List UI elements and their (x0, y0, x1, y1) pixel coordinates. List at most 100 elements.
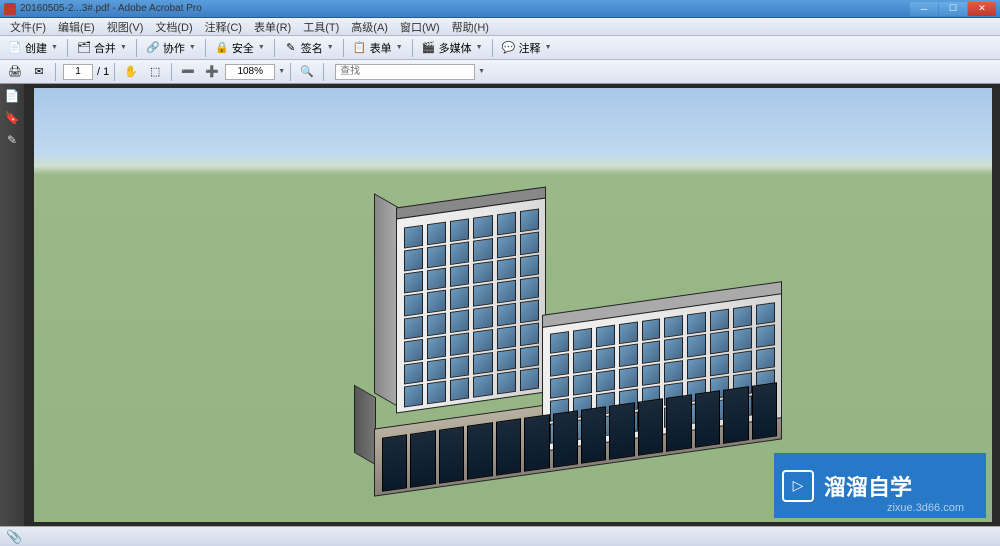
menu-forms[interactable]: 表单(R) (248, 19, 297, 35)
play-icon: ▷ (782, 470, 814, 502)
acrobat-icon (4, 3, 16, 15)
combine-label: 合并 (94, 40, 116, 56)
create-label: 创建 (25, 40, 47, 56)
lock-icon: 🔒 (215, 41, 229, 55)
mail-icon: ✉ (32, 65, 46, 79)
filename: 20160505-2...3#.pdf (20, 3, 110, 14)
zoom-in-icon: ➕ (205, 65, 219, 79)
chevron-down-icon: ▼ (120, 44, 127, 51)
pdf-page: ▷ 溜溜自学 zixue.3d66.com (34, 88, 992, 522)
collaborate-button[interactable]: 🔗 协作 ▼ (142, 38, 200, 58)
chevron-down-icon: ▼ (545, 44, 552, 51)
separator (171, 63, 172, 81)
menu-document[interactable]: 文档(D) (149, 19, 198, 35)
menu-comment[interactable]: 注释(C) (199, 19, 248, 35)
menu-advanced[interactable]: 高级(A) (345, 19, 394, 35)
ground-side-face (354, 385, 376, 466)
watermark: ▷ 溜溜自学 zixue.3d66.com (774, 453, 986, 518)
toolbar-tasks: 📄 创建 ▼ 🗂 合并 ▼ 🔗 协作 ▼ 🔒 安全 ▼ ✎ 签名 ▼ 📋 表单 … (0, 36, 1000, 60)
navigation-panel: 📄 🔖 ✎ (0, 84, 24, 526)
separator (205, 39, 206, 57)
zoom-icon: 🔍 (300, 65, 314, 79)
separator (114, 63, 115, 81)
sign-button[interactable]: ✎ 签名 ▼ (280, 38, 338, 58)
hand-icon: ✋ (124, 65, 138, 79)
comment-label: 注释 (519, 40, 541, 56)
chevron-down-icon: ▼ (327, 44, 334, 51)
menu-view[interactable]: 视图(V) (101, 19, 150, 35)
create-button[interactable]: 📄 创建 ▼ (4, 38, 62, 58)
secure-button[interactable]: 🔒 安全 ▼ (211, 38, 269, 58)
signatures-panel-icon[interactable]: ✎ (4, 132, 20, 148)
pages-panel-icon[interactable]: 📄 (4, 88, 20, 104)
separator (323, 63, 324, 81)
combine-icon: 🗂 (77, 41, 91, 55)
print-button[interactable]: 🖨 (4, 63, 26, 81)
windows-left (404, 209, 539, 408)
separator (55, 63, 56, 81)
separator (67, 39, 68, 57)
tower-side-face (374, 193, 398, 407)
app-name: Adobe Acrobat Pro (118, 3, 202, 14)
zoom-out-button[interactable]: ➖ (177, 63, 199, 81)
menu-window[interactable]: 窗口(W) (394, 19, 446, 35)
multimedia-icon: 🎬 (422, 41, 436, 55)
building-render (364, 208, 784, 522)
watermark-brand: 溜溜自学 (824, 470, 912, 502)
chevron-down-icon[interactable]: ▼ (478, 68, 485, 75)
marquee-zoom[interactable]: 🔍 (296, 63, 318, 81)
zoom-out-icon: ➖ (181, 65, 195, 79)
minimize-button[interactable]: ─ (910, 2, 938, 16)
forms-label: 表单 (370, 40, 392, 56)
bookmarks-panel-icon[interactable]: 🔖 (4, 110, 20, 126)
comment-icon: 💬 (502, 41, 516, 55)
close-button[interactable]: ✕ (968, 2, 996, 16)
zoom-in-button[interactable]: ➕ (201, 63, 223, 81)
select-icon: ⬚ (148, 65, 162, 79)
chevron-down-icon: ▼ (189, 44, 196, 51)
search-input[interactable] (335, 64, 475, 80)
watermark-url: zixue.3d66.com (887, 502, 964, 514)
chevron-down-icon[interactable]: ▼ (278, 68, 285, 75)
main-area: 📄 🔖 ✎ ▷ 溜溜自学 zixue.3 (0, 84, 1000, 526)
menubar: 文件(F) 编辑(E) 视图(V) 文档(D) 注释(C) 表单(R) 工具(T… (0, 18, 1000, 36)
separator (290, 63, 291, 81)
separator (274, 39, 275, 57)
select-tool[interactable]: ⬚ (144, 63, 166, 81)
secure-label: 安全 (232, 40, 254, 56)
document-view[interactable]: ▷ 溜溜自学 zixue.3d66.com (24, 84, 1000, 526)
forms-button[interactable]: 📋 表单 ▼ (349, 38, 407, 58)
page-number-input[interactable] (63, 64, 93, 80)
pen-icon: ✎ (284, 41, 298, 55)
titlebar-title: 20160505-2...3#.pdf - Adobe Acrobat Pro (20, 3, 909, 14)
collaborate-icon: 🔗 (146, 41, 160, 55)
create-icon: 📄 (8, 41, 22, 55)
separator (136, 39, 137, 57)
combine-button[interactable]: 🗂 合并 ▼ (73, 38, 131, 58)
sign-label: 签名 (301, 40, 323, 56)
hand-tool[interactable]: ✋ (120, 63, 142, 81)
maximize-button[interactable]: ☐ (939, 2, 967, 16)
separator (343, 39, 344, 57)
page-total: / 1 (97, 66, 109, 78)
menu-file[interactable]: 文件(F) (4, 19, 52, 35)
form-icon: 📋 (353, 41, 367, 55)
statusbar: 📎 (0, 526, 1000, 546)
menu-edit[interactable]: 编辑(E) (52, 19, 101, 35)
chevron-down-icon: ▼ (476, 44, 483, 51)
separator (492, 39, 493, 57)
menu-tools[interactable]: 工具(T) (297, 19, 345, 35)
printer-icon: 🖨 (8, 65, 22, 79)
chevron-down-icon: ▼ (396, 44, 403, 51)
collaborate-label: 协作 (163, 40, 185, 56)
chevron-down-icon: ▼ (51, 44, 58, 51)
zoom-input[interactable] (225, 64, 275, 80)
attachment-icon[interactable]: 📎 (6, 529, 22, 545)
window-controls: ─ ☐ ✕ (909, 2, 996, 16)
separator (412, 39, 413, 57)
multimedia-label: 多媒体 (439, 40, 472, 56)
multimedia-button[interactable]: 🎬 多媒体 ▼ (418, 38, 487, 58)
comment-button[interactable]: 💬 注释 ▼ (498, 38, 556, 58)
email-button[interactable]: ✉ (28, 63, 50, 81)
menu-help[interactable]: 帮助(H) (446, 19, 495, 35)
